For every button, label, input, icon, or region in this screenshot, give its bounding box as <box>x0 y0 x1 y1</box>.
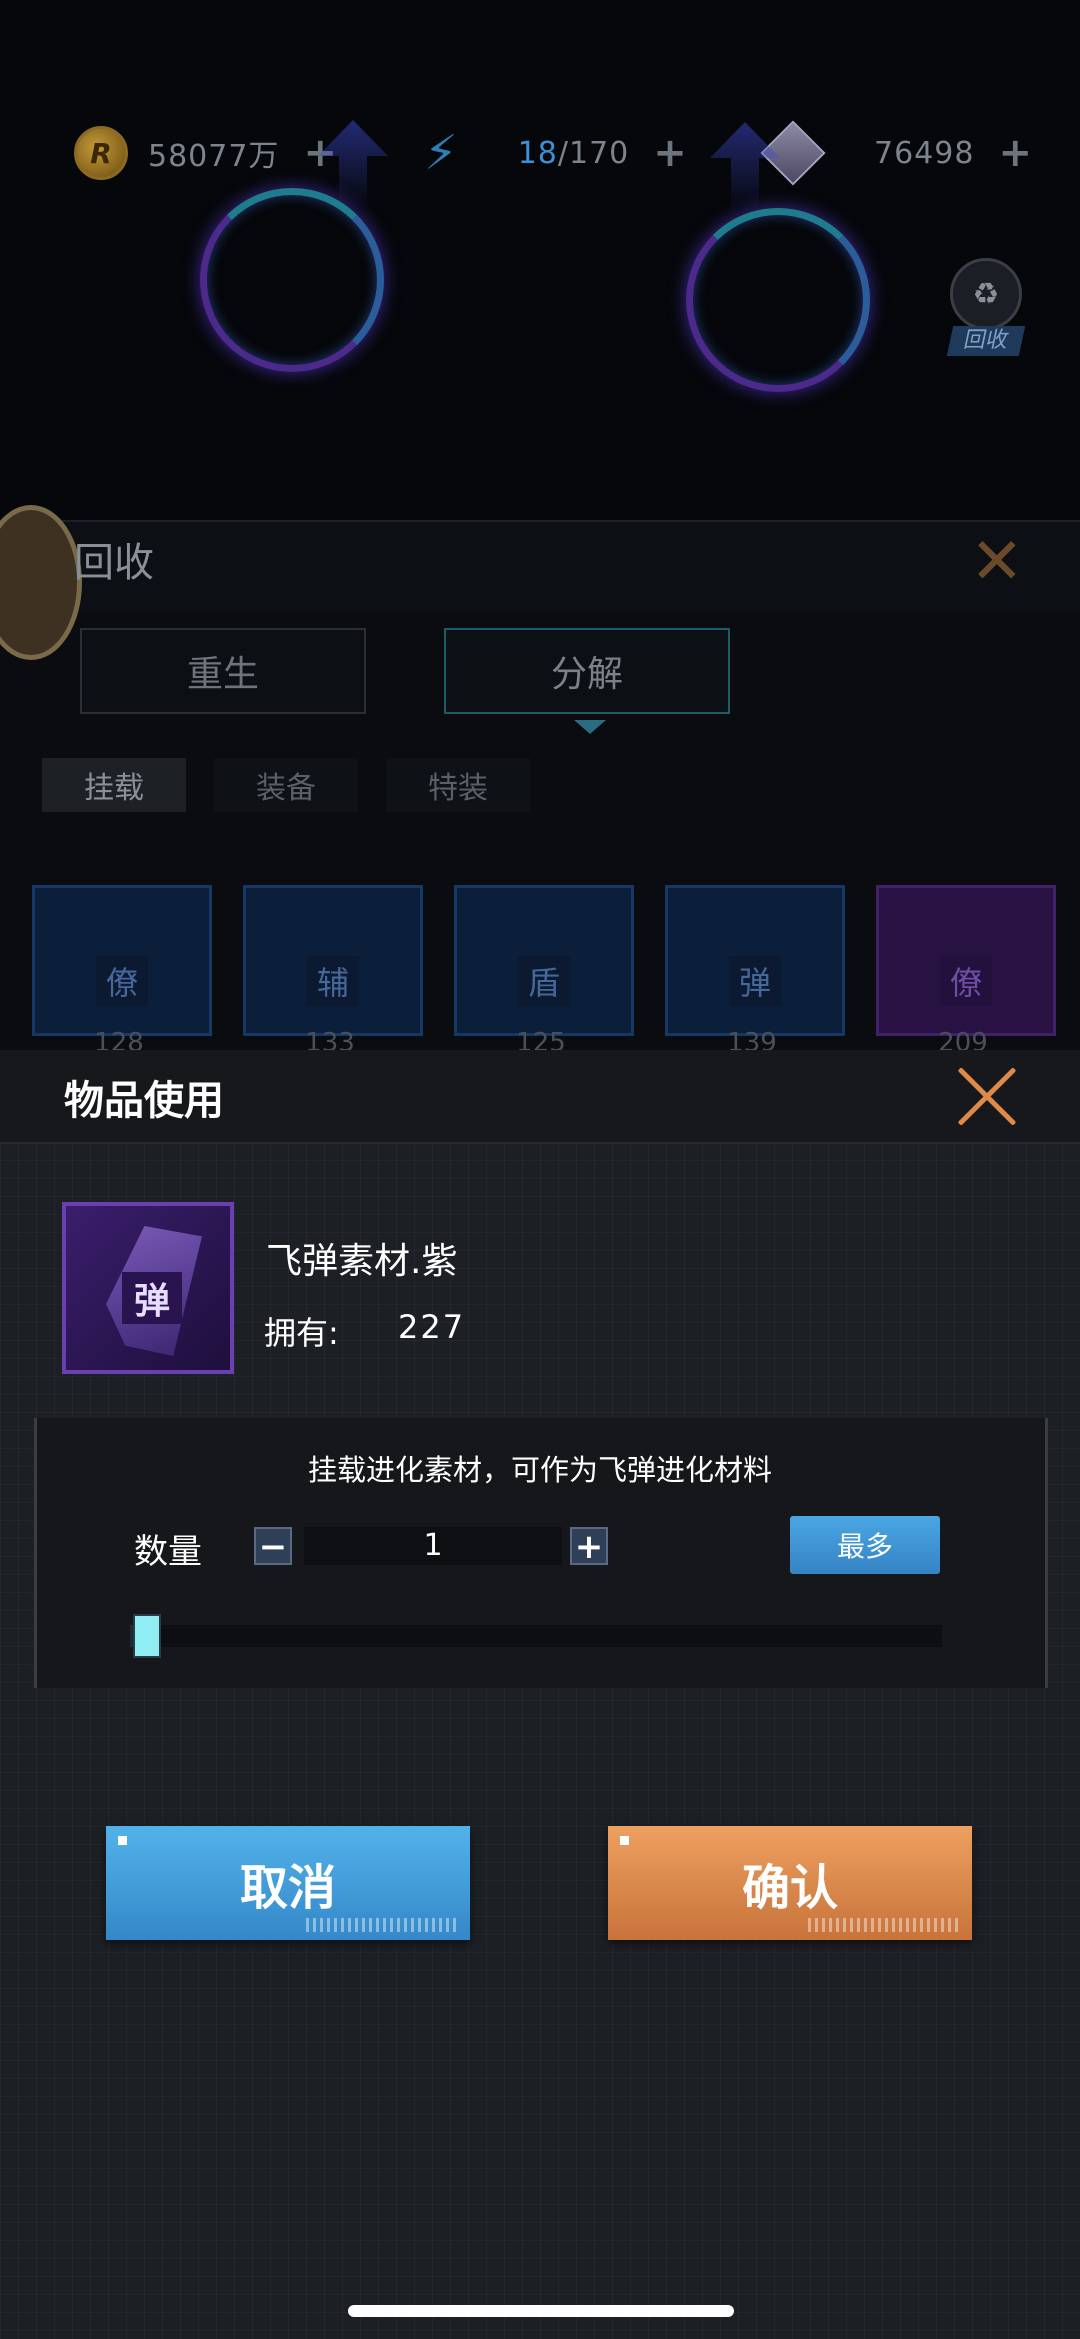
recycle-machine-icon: ♻ <box>950 258 1022 330</box>
tile-label: 僚 <box>95 955 148 1006</box>
cancel-button[interactable]: 取消 <box>106 1826 470 1940</box>
quantity-label: 数量 <box>134 1532 202 1572</box>
owned-label: 拥有: <box>264 1314 339 1352</box>
dialog-title: 物品使用 <box>64 1078 224 1124</box>
subtab-special[interactable]: 特装 <box>386 758 530 812</box>
home-indicator[interactable] <box>348 2305 734 2317</box>
energy-value: 18/170 <box>517 135 630 171</box>
decor-bars <box>306 1918 456 1932</box>
material-tile[interactable]: 盾 <box>454 885 634 1036</box>
r-coin-icon: R <box>74 126 128 180</box>
recycle-shortcut-label: 回收 <box>946 326 1026 356</box>
decor-bars <box>808 1918 958 1932</box>
decor-dot <box>118 1836 127 1845</box>
recycle-panel-title: 回收 <box>74 540 154 586</box>
tile-label: 盾 <box>517 955 570 1006</box>
decrease-button[interactable]: − <box>254 1527 292 1565</box>
item-name: 飞弹素材.紫 <box>266 1241 458 1282</box>
item-description: 挂载进化素材，可作为飞弹进化材料 <box>307 1453 772 1487</box>
material-tile[interactable]: 僚 <box>876 885 1056 1036</box>
confirm-button[interactable]: 确认 <box>608 1826 972 1940</box>
tab-decompose[interactable]: 分解 <box>444 628 730 714</box>
cancel-label: 取消 <box>239 1860 336 1916</box>
close-icon[interactable] <box>952 1062 1022 1132</box>
tab-rebirth[interactable]: 重生 <box>80 628 366 714</box>
tile-label: 弹 <box>728 955 781 1006</box>
subtab-equipment[interactable]: 装备 <box>214 758 358 812</box>
item-icon-label: 弹 <box>122 1272 183 1324</box>
add-crystals-button[interactable]: + <box>998 130 1032 176</box>
confirm-label: 确认 <box>741 1860 838 1916</box>
portal-ring-left <box>200 188 384 372</box>
selected-tab-indicator <box>574 720 606 734</box>
material-tile[interactable]: 僚 <box>32 885 212 1036</box>
recycle-panel-header <box>0 520 1080 612</box>
portal-ring-right <box>686 208 870 392</box>
max-button[interactable]: 最多 <box>790 1516 940 1574</box>
crystal-counter: 76498 + <box>760 120 1032 186</box>
recycle-shortcut-button[interactable]: ♻ 回收 <box>946 258 1026 368</box>
quantity-input[interactable]: 1 <box>304 1527 562 1565</box>
quantity-slider[interactable] <box>130 1625 942 1647</box>
add-energy-button[interactable]: + <box>653 130 687 176</box>
slider-handle[interactable] <box>133 1614 162 1658</box>
coin-counter: R 58077万 + <box>74 126 337 180</box>
subtab-mount[interactable]: 挂载 <box>42 758 186 812</box>
energy-counter: ⚡ 18/170 + <box>424 125 687 181</box>
missile-material-icon: 弹 <box>62 1202 234 1374</box>
material-tile[interactable]: 辅 <box>243 885 423 1036</box>
increase-button[interactable]: + <box>570 1527 608 1565</box>
owned-value: 227 <box>398 1308 466 1346</box>
tile-label: 辅 <box>306 955 359 1006</box>
crystal-value: 76498 <box>874 135 975 171</box>
tile-label: 僚 <box>939 955 992 1006</box>
decor-dot <box>620 1836 629 1845</box>
coin-value: 58077万 <box>148 139 280 174</box>
lightning-icon: ⚡ <box>424 125 458 181</box>
material-tile[interactable]: 弹 <box>665 885 845 1036</box>
recycle-panel-close-icon[interactable]: ✕ <box>970 530 1024 594</box>
